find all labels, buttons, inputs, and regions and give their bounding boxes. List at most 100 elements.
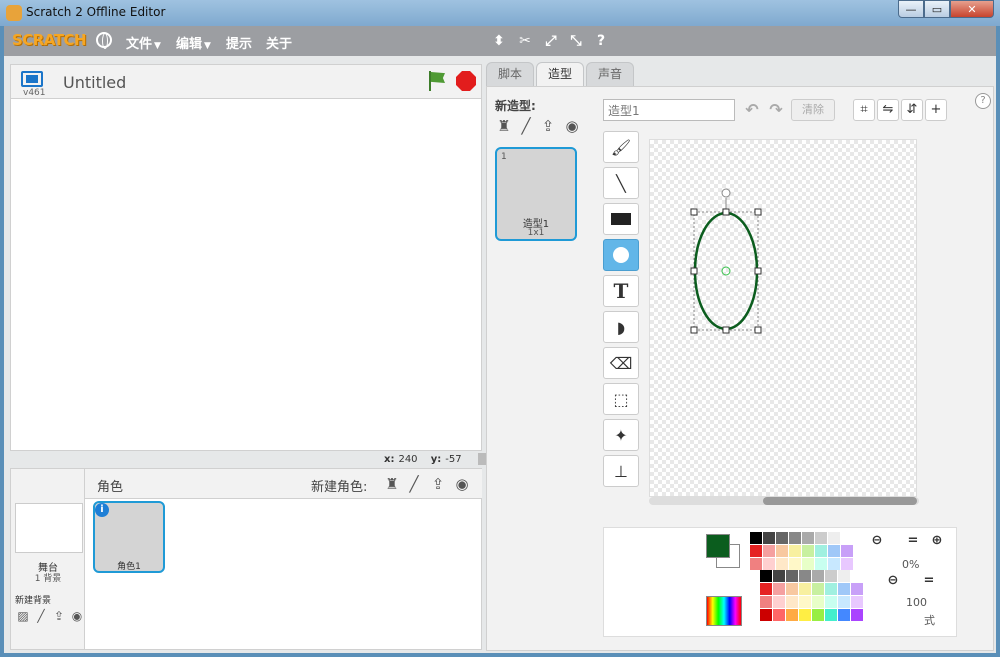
select-tool[interactable]: ⬚: [603, 383, 639, 415]
color-swatch[interactable]: [815, 532, 827, 544]
color-swatch[interactable]: [786, 583, 798, 595]
green-flag-icon[interactable]: [427, 71, 445, 91]
color-swatch[interactable]: [815, 545, 827, 557]
shrink-tool-icon[interactable]: ⤡: [567, 32, 585, 50]
color-swatch[interactable]: [812, 583, 824, 595]
color-swatch[interactable]: [838, 583, 850, 595]
tab-sounds[interactable]: 声音: [586, 62, 634, 86]
project-title[interactable]: Untitled: [63, 73, 126, 92]
color-swatch[interactable]: [763, 532, 775, 544]
color-swatch[interactable]: [828, 545, 840, 557]
brush-tool[interactable]: 🖌: [603, 131, 639, 163]
menu-edit[interactable]: 编辑 ▼: [176, 33, 211, 52]
color-swatch[interactable]: [763, 558, 775, 570]
flip-vertical-icon[interactable]: ⇵: [901, 99, 923, 121]
color-swatch[interactable]: [825, 609, 837, 621]
color-swatch[interactable]: [786, 596, 798, 608]
color-swatch[interactable]: [838, 596, 850, 608]
eraser-tool[interactable]: ⌫: [603, 347, 639, 379]
cut-tool-icon[interactable]: ✂: [516, 32, 534, 50]
color-swatch[interactable]: [773, 570, 785, 582]
color-swatch[interactable]: [750, 545, 762, 557]
color-swatch[interactable]: [773, 596, 785, 608]
color-swatch[interactable]: [786, 570, 798, 582]
text-tool[interactable]: T: [603, 275, 639, 307]
magic-select-tool[interactable]: ✦: [603, 419, 639, 451]
backdrop-upload-icon[interactable]: ⇪: [51, 609, 67, 623]
color-swatch[interactable]: [773, 609, 785, 621]
costume-camera-icon[interactable]: ◉: [563, 117, 581, 135]
sprite-camera-icon[interactable]: ◉: [453, 475, 471, 493]
color-swatch[interactable]: [760, 570, 772, 582]
costume-library-icon[interactable]: ♜: [495, 117, 513, 135]
tab-costumes[interactable]: 造型: [536, 62, 584, 87]
stamp-tool[interactable]: ⊥: [603, 455, 639, 487]
color-swatch[interactable]: [799, 596, 811, 608]
help-tool-icon[interactable]: ?: [592, 32, 610, 50]
color-swatch[interactable]: [812, 596, 824, 608]
backdrop-paint-icon[interactable]: ╱: [33, 609, 49, 623]
color-swatch[interactable]: [851, 596, 863, 608]
rectangle-tool[interactable]: [603, 203, 639, 235]
help-button[interactable]: ?: [975, 93, 991, 109]
line-tool[interactable]: ╲: [603, 167, 639, 199]
paint-canvas[interactable]: [649, 139, 917, 497]
primary-color-swatch[interactable]: [706, 534, 730, 558]
rotation-handle[interactable]: [721, 188, 731, 198]
costume-upload-icon[interactable]: ⇪: [539, 117, 557, 135]
color-swatch[interactable]: [825, 596, 837, 608]
color-swatch[interactable]: [838, 570, 850, 582]
redo-icon[interactable]: ↷: [765, 99, 787, 121]
stage-thumbnail[interactable]: [15, 503, 83, 553]
clear-button[interactable]: 清除: [791, 99, 835, 121]
crop-icon[interactable]: ⌗: [853, 99, 875, 121]
zoom-out-icon-2[interactable]: ⊖: [882, 572, 904, 590]
color-swatch[interactable]: [828, 532, 840, 544]
color-swatch[interactable]: [802, 532, 814, 544]
color-swatch[interactable]: [763, 545, 775, 557]
color-swatch[interactable]: [828, 558, 840, 570]
color-swatch[interactable]: [776, 532, 788, 544]
color-swatch[interactable]: [789, 545, 801, 557]
color-swatch[interactable]: [812, 609, 824, 621]
costume-paint-icon[interactable]: ╱: [517, 117, 535, 135]
drawn-ellipse[interactable]: [693, 211, 759, 331]
menu-file[interactable]: 文件 ▼: [126, 33, 161, 52]
zoom-out-icon[interactable]: ⊖: [866, 532, 888, 550]
color-swatch[interactable]: [802, 558, 814, 570]
stop-icon[interactable]: [456, 71, 476, 91]
sprite-paint-icon[interactable]: ╱: [405, 475, 423, 493]
canvas-scrollbar[interactable]: [649, 497, 919, 505]
language-globe-icon[interactable]: [96, 32, 112, 49]
zoom-reset-icon[interactable]: =: [902, 532, 924, 550]
color-swatch[interactable]: [825, 570, 837, 582]
grow-tool-icon[interactable]: ⤢: [542, 32, 560, 50]
zoom-reset-icon-2[interactable]: =: [918, 572, 940, 590]
color-swatch[interactable]: [773, 583, 785, 595]
zoom-in-icon[interactable]: ⊕: [926, 532, 948, 550]
color-swatch[interactable]: [776, 558, 788, 570]
backdrop-camera-icon[interactable]: ◉: [69, 609, 85, 623]
color-swatch[interactable]: [802, 545, 814, 557]
collapse-stage-handle[interactable]: [478, 453, 486, 465]
color-swatch[interactable]: [841, 532, 853, 544]
color-swatch[interactable]: [825, 583, 837, 595]
menu-about[interactable]: 关于: [266, 33, 292, 52]
ellipse-tool[interactable]: [603, 239, 639, 271]
undo-icon[interactable]: ↶: [741, 99, 763, 121]
color-swatch[interactable]: [750, 532, 762, 544]
flip-horizontal-icon[interactable]: ⇋: [877, 99, 899, 121]
color-swatch[interactable]: [760, 583, 772, 595]
fill-tool[interactable]: ◗: [603, 311, 639, 343]
color-swatch[interactable]: [851, 609, 863, 621]
sprite-library-icon[interactable]: ♜: [383, 475, 401, 493]
sprite-info-icon[interactable]: i: [95, 503, 109, 517]
color-swatch[interactable]: [789, 558, 801, 570]
color-swatch[interactable]: [799, 570, 811, 582]
maximize-button[interactable]: ▭: [924, 0, 950, 18]
sprite-upload-icon[interactable]: ⇪: [429, 475, 447, 493]
menu-tips[interactable]: 提示: [226, 33, 252, 52]
minimize-button[interactable]: —: [898, 0, 924, 18]
set-center-icon[interactable]: +: [925, 99, 947, 121]
color-swatch[interactable]: [838, 609, 850, 621]
